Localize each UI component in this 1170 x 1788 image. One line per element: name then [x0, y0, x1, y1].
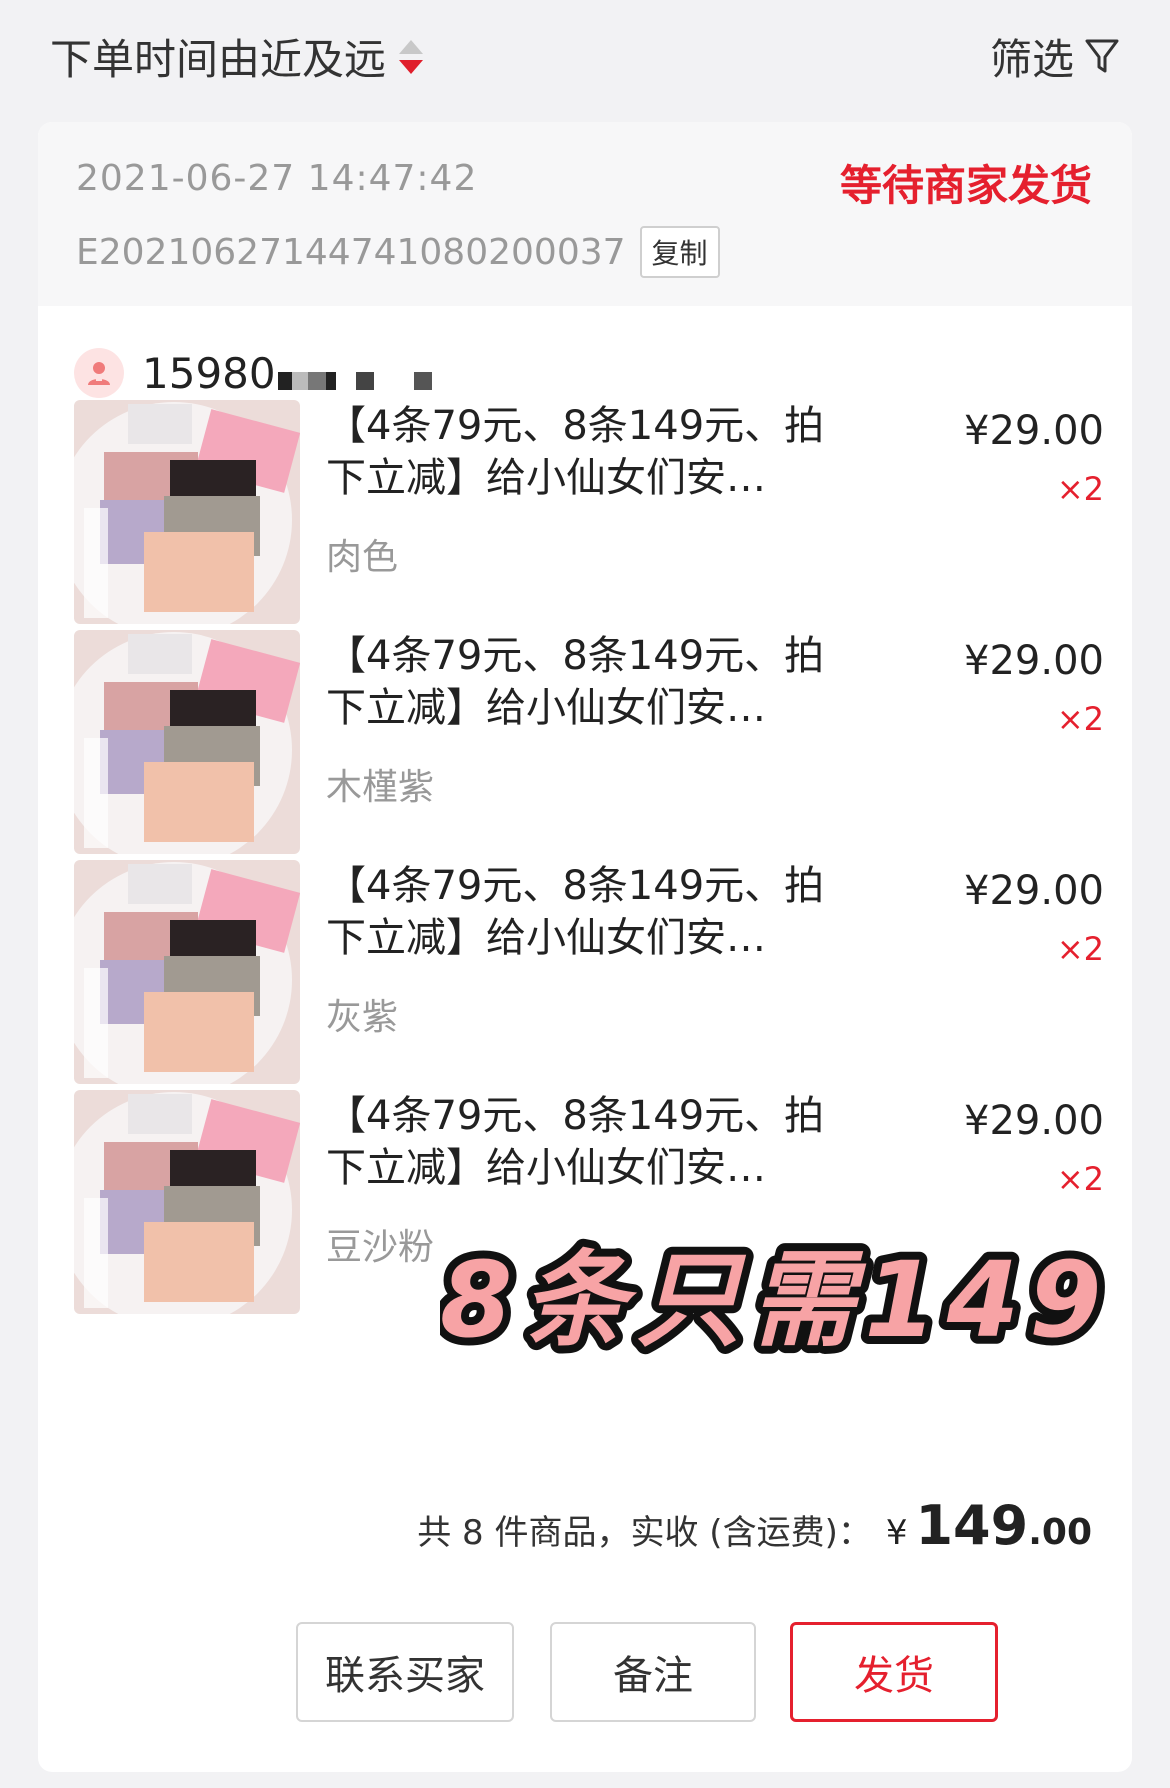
order-header: 2021-06-27 14:47:42 等待商家发货 E202106271447…: [38, 122, 1132, 306]
promo-text: 8条只需149: [440, 1239, 1110, 1358]
product-thumbnail: [74, 1090, 300, 1314]
phone-redaction: [277, 356, 432, 390]
order-number: E20210627144741080200037: [76, 231, 626, 273]
product-thumbnail: [74, 860, 300, 1084]
item-title: 【4条79元、8条149元、拍下立减】给小仙女们安…: [326, 633, 825, 731]
item-title: 【4条79元、8条149元、拍下立减】给小仙女们安…: [326, 403, 825, 501]
item-price: ¥29.00: [964, 868, 1104, 914]
item-title: 【4条79元、8条149元、拍下立减】给小仙女们安…: [326, 863, 825, 961]
ship-button[interactable]: 发货: [790, 1622, 998, 1722]
item-quantity: ×2: [1056, 470, 1104, 508]
filter-label: 筛选: [989, 35, 1074, 84]
summary-currency: ¥: [885, 1513, 908, 1553]
sort-label: 下单时间由近及远: [50, 35, 387, 84]
note-button[interactable]: 备注: [550, 1622, 756, 1722]
order-status: 等待商家发货: [839, 161, 1092, 210]
order-item[interactable]: 【4条79元、8条149元、拍下立减】给小仙女们安… 灰紫 ¥29.00 ×2: [74, 860, 1104, 1086]
user-icon: [74, 348, 124, 398]
promo-overlay: 8条只需149 8条只需149: [440, 1231, 1110, 1358]
summary-text: 共 8 件商品，实收 (含运费)：: [417, 1513, 872, 1553]
funnel-icon: [1085, 39, 1119, 72]
item-price: ¥29.00: [964, 638, 1104, 684]
buyer-phone: 15980: [142, 348, 276, 398]
item-title: 【4条79元、8条149元、拍下立减】给小仙女们安…: [326, 1093, 825, 1191]
item-variant: 豆沙粉: [326, 1227, 435, 1268]
item-price: ¥29.00: [964, 1098, 1104, 1144]
product-thumbnail: [74, 400, 300, 624]
order-card: 2021-06-27 14:47:42 等待商家发货 E202106271447…: [38, 122, 1132, 1772]
item-price: ¥29.00: [964, 408, 1104, 454]
item-quantity: ×2: [1056, 930, 1104, 968]
item-quantity: ×2: [1056, 700, 1104, 738]
item-variant: 灰紫: [326, 997, 399, 1038]
buyer-row[interactable]: 15980: [74, 348, 432, 398]
summary-amount-decimal: .00: [1028, 1512, 1092, 1553]
copy-button[interactable]: 复制: [639, 226, 720, 278]
item-variant: 肉色: [326, 537, 399, 578]
order-time: 2021-06-27 14:47:42: [76, 158, 478, 199]
summary-amount: 149: [915, 1494, 1029, 1557]
sort-toggle[interactable]: 下单时间由近及远: [50, 26, 426, 87]
sort-arrows-icon: [396, 34, 426, 80]
contact-buyer-button[interactable]: 联系买家: [296, 1622, 514, 1722]
item-variant: 木槿紫: [326, 767, 435, 808]
order-item[interactable]: 【4条79元、8条149元、拍下立减】给小仙女们安… 肉色 ¥29.00 ×2: [74, 400, 1104, 626]
sort-filter-bar: 下单时间由近及远 筛选: [0, 0, 1170, 112]
order-summary: 共 8 件商品，实收 (含运费)： ¥ 149.00: [417, 1494, 1092, 1557]
item-quantity: ×2: [1056, 1160, 1104, 1198]
product-thumbnail: [74, 630, 300, 854]
order-number-row: E20210627144741080200037 复制: [76, 226, 720, 278]
filter-button[interactable]: 筛选: [990, 26, 1120, 87]
order-item[interactable]: 【4条79元、8条149元、拍下立减】给小仙女们安… 木槿紫 ¥29.00 ×2: [74, 630, 1104, 856]
